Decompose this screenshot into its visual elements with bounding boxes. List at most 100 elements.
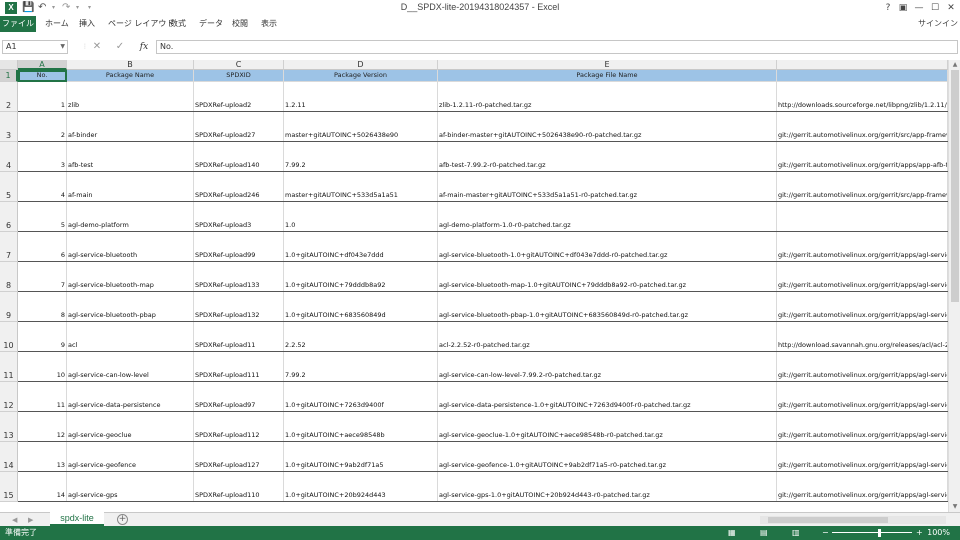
cell-spdxid[interactable]: SPDXRef-upload3: [194, 202, 284, 232]
column-header[interactable]: D: [284, 60, 438, 70]
function-icon[interactable]: fx: [136, 40, 152, 54]
cell-package-file-name[interactable]: acl-2.2.52-r0-patched.tar.gz: [438, 322, 777, 352]
cell-download-location[interactable]: git://gerrit.automotivelinux.org/gerrit/…: [777, 382, 948, 412]
cell-package-name[interactable]: agl-service-geoclue: [67, 412, 194, 442]
cell-package-name[interactable]: acl: [67, 322, 194, 352]
tab-review[interactable]: 校閲: [232, 16, 248, 32]
row-header[interactable]: 7: [0, 232, 18, 262]
cell-no[interactable]: 10: [18, 352, 67, 382]
cell-spdxid[interactable]: SPDXRef-upload246: [194, 172, 284, 202]
cell-download-location[interactable]: git://gerrit.automotivelinux.org/gerrit/…: [777, 142, 948, 172]
enter-icon[interactable]: ✓: [113, 40, 127, 54]
cell-download-location[interactable]: git://gerrit.automotivelinux.org/gerrit/…: [777, 262, 948, 292]
row-header[interactable]: 3: [0, 112, 18, 142]
cell-no[interactable]: 3: [18, 142, 67, 172]
tab-insert[interactable]: 挿入: [79, 16, 95, 32]
cell-package-version[interactable]: 1.0+gitAUTOINC+20b924d443: [284, 472, 438, 502]
cell-no[interactable]: 11: [18, 382, 67, 412]
cell-download-location[interactable]: git://gerrit.automotivelinux.org/gerrit/…: [777, 412, 948, 442]
zoom-slider-knob[interactable]: [878, 529, 881, 537]
cell-spdxid[interactable]: SPDXRef-upload112: [194, 412, 284, 442]
zoom-in-button[interactable]: +: [916, 526, 923, 540]
row-header[interactable]: 4: [0, 142, 18, 172]
page-break-view-icon[interactable]: ▥: [792, 526, 800, 540]
cell-no[interactable]: 4: [18, 172, 67, 202]
cell-package-name[interactable]: af-main: [67, 172, 194, 202]
hscroll-thumb[interactable]: [768, 517, 888, 523]
cell-package-file-name[interactable]: af-binder-master+gitAUTOINC+5026438e90-r…: [438, 112, 777, 142]
close-button[interactable]: ✕: [943, 1, 959, 15]
minimize-button[interactable]: —: [911, 1, 927, 15]
column-header[interactable]: [777, 60, 948, 70]
cell-no[interactable]: 5: [18, 202, 67, 232]
plus-circle-icon[interactable]: +: [117, 514, 128, 525]
cell-no[interactable]: 12: [18, 412, 67, 442]
cell-package-file-name[interactable]: agl-service-geofence-1.0+gitAUTOINC+9ab2…: [438, 442, 777, 472]
cell-no[interactable]: 6: [18, 232, 67, 262]
cell-package-version[interactable]: 1.0+gitAUTOINC+683560849d: [284, 292, 438, 322]
cell-package-version[interactable]: 7.99.2: [284, 142, 438, 172]
cell-package-name[interactable]: agl-demo-platform: [67, 202, 194, 232]
cell-package-name[interactable]: agl-service-can-low-level: [67, 352, 194, 382]
cell-package-name[interactable]: agl-service-bluetooth-pbap: [67, 292, 194, 322]
cell-download-location[interactable]: git://gerrit.automotivelinux.org/gerrit/…: [777, 352, 948, 382]
header-cell-download-location[interactable]: [777, 70, 948, 82]
cell-download-location[interactable]: git://gerrit.automotivelinux.org/gerrit/…: [777, 442, 948, 472]
cell-package-file-name[interactable]: agl-demo-platform-1.0-r0-patched.tar.gz: [438, 202, 777, 232]
header-cell-package-name[interactable]: Package Name: [67, 70, 194, 82]
tab-view[interactable]: 表示: [261, 16, 277, 32]
row-header[interactable]: 9: [0, 292, 18, 322]
formula-input[interactable]: No.: [156, 40, 958, 54]
cell-package-file-name[interactable]: agl-service-can-low-level-7.99.2-r0-patc…: [438, 352, 777, 382]
row-header[interactable]: 5: [0, 172, 18, 202]
cell-package-file-name[interactable]: agl-service-bluetooth-map-1.0+gitAUTOINC…: [438, 262, 777, 292]
column-header[interactable]: E: [438, 60, 777, 70]
column-header[interactable]: C: [194, 60, 284, 70]
cell-package-version[interactable]: 2.2.52: [284, 322, 438, 352]
cell-spdxid[interactable]: SPDXRef-upload110: [194, 472, 284, 502]
cell-download-location[interactable]: [777, 202, 948, 232]
cell-package-name[interactable]: agl-service-geofence: [67, 442, 194, 472]
name-box[interactable]: A1 ▼: [2, 40, 68, 54]
cell-no[interactable]: 13: [18, 442, 67, 472]
cell-package-name[interactable]: agl-service-bluetooth-map: [67, 262, 194, 292]
cell-no[interactable]: 14: [18, 472, 67, 502]
cell-package-file-name[interactable]: agl-service-geoclue-1.0+gitAUTOINC+aece9…: [438, 412, 777, 442]
cell-spdxid[interactable]: SPDXRef-upload99: [194, 232, 284, 262]
page-layout-view-icon[interactable]: ▤: [760, 526, 768, 540]
cell-package-name[interactable]: agl-service-bluetooth: [67, 232, 194, 262]
sheet-prev-icon[interactable]: ◀: [12, 513, 17, 527]
row-header[interactable]: 12: [0, 382, 18, 412]
row-header[interactable]: 10: [0, 322, 18, 352]
zoom-out-button[interactable]: −: [822, 526, 829, 540]
cell-spdxid[interactable]: SPDXRef-upload111: [194, 352, 284, 382]
cell-package-file-name[interactable]: agl-service-bluetooth-1.0+gitAUTOINC+df0…: [438, 232, 777, 262]
spreadsheet-grid[interactable]: A B C D E 1 No. Package Name SPDXID Package Versi…: [0, 60, 948, 512]
horizontal-scrollbar[interactable]: [760, 516, 946, 524]
cell-no[interactable]: 7: [18, 262, 67, 292]
cell-package-version[interactable]: 7.99.2: [284, 352, 438, 382]
cell-package-file-name[interactable]: zlib-1.2.11-r0-patched.tar.gz: [438, 82, 777, 112]
cell-download-location[interactable]: git://gerrit.automotivelinux.org/gerrit/…: [777, 292, 948, 322]
cell-package-name[interactable]: agl-service-data-persistence: [67, 382, 194, 412]
row-header[interactable]: 14: [0, 442, 18, 472]
cell-no[interactable]: 9: [18, 322, 67, 352]
zoom-slider[interactable]: [832, 532, 912, 533]
cell-package-name[interactable]: afb-test: [67, 142, 194, 172]
cell-no[interactable]: 1: [18, 82, 67, 112]
sign-in-link[interactable]: サインイン: [918, 16, 958, 32]
scroll-down-icon[interactable]: ▼: [949, 502, 960, 512]
vertical-scrollbar[interactable]: ▲ ▼: [948, 60, 960, 512]
cell-package-name[interactable]: zlib: [67, 82, 194, 112]
header-cell-spdxid[interactable]: SPDXID: [194, 70, 284, 82]
cancel-icon[interactable]: ✕: [90, 40, 104, 54]
row-header[interactable]: 2: [0, 82, 18, 112]
cell-package-file-name[interactable]: agl-service-gps-1.0+gitAUTOINC+20b924d44…: [438, 472, 777, 502]
cell-package-version[interactable]: 1.0+gitAUTOINC+9ab2df71a5: [284, 442, 438, 472]
cell-package-version[interactable]: 1.0+gitAUTOINC+df043e7ddd: [284, 232, 438, 262]
ribbon-display-button[interactable]: ▣: [895, 1, 911, 15]
cell-package-version[interactable]: 1.0+gitAUTOINC+79dddb8a92: [284, 262, 438, 292]
cell-package-version[interactable]: 1.0+gitAUTOINC+7263d9400f: [284, 382, 438, 412]
cell-spdxid[interactable]: SPDXRef-upload97: [194, 382, 284, 412]
cell-package-version[interactable]: 1.0+gitAUTOINC+aece98548b: [284, 412, 438, 442]
